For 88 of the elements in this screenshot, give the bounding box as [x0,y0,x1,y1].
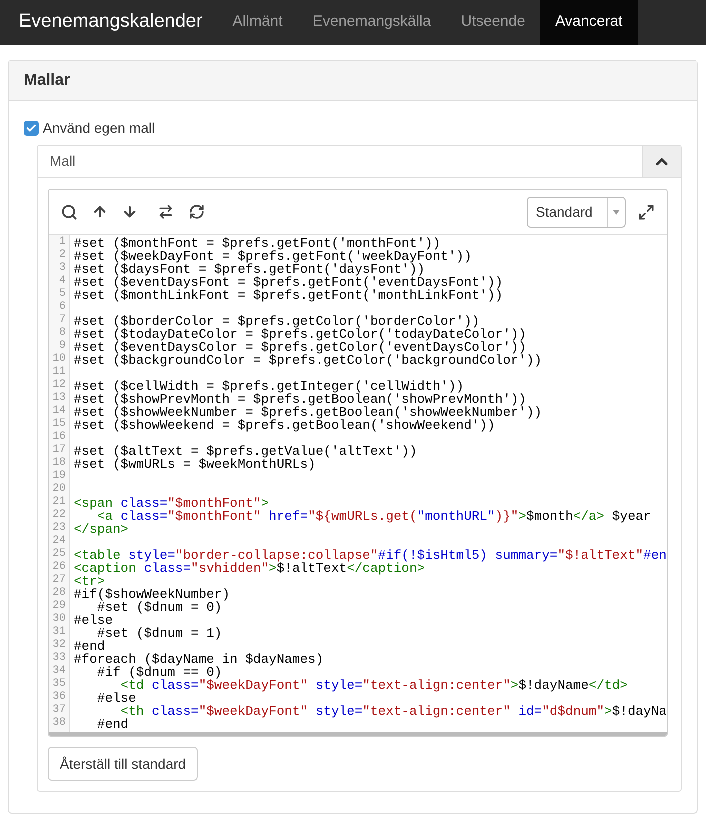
line-number: 23 [52,522,67,535]
collapse-button[interactable] [642,146,681,177]
line-number: 14 [52,405,67,418]
code-line: #set ($eventDaysFont = $prefs.getFont('eventDaysFont')) [74,275,504,290]
nav-tab[interactable]: Allmänt [218,0,298,45]
code-line: #end [74,639,106,654]
line-number: 30 [52,613,67,626]
code-line: #set ($eventDaysColor = $prefs.getColor('eventDaysColor')) [74,340,526,355]
code-line: <tr> [74,574,106,589]
line-number: 6 [58,301,67,314]
code-line: #set ($weekDayFont = $prefs.getFont('weekDayFont')) [74,249,472,264]
panel-title: Mallar [24,70,70,90]
reset-button[interactable]: Återställ till standard [48,747,198,781]
line-number: 12 [52,379,67,392]
code-line: #else [96,691,136,706]
code-line: #end [96,717,129,732]
line-number: 33 [52,652,67,665]
nav-tab[interactable]: Evenemangskälla [298,0,446,45]
dropdown-caret-icon [613,210,620,214]
line-number: 3 [58,262,67,275]
line-number: 11 [52,366,67,379]
line-number: 32 [52,639,67,652]
line-number: 22 [52,509,67,522]
line-number: 5 [58,288,67,301]
code-line: #set ($monthLinkFont = $prefs.getFont('monthLinkFont')) [74,288,504,303]
checkbox-label: Använd egen mall [43,119,156,138]
accordion-title: Mall [49,152,77,171]
line-number: 7 [58,314,67,327]
code-line: <caption class="svhidden">$!altText</caption> [74,561,426,576]
line-number: 36 [52,691,67,704]
line-number: 17 [52,444,67,457]
code-line: </span> [74,522,129,537]
line-number: 25 [52,548,67,561]
code-line: <td class="$weekDayFont" style="text-align:center">$!dayName</td> [120,678,628,693]
code-line: #set ($todayDateColor = $prefs.getColor('todayDateColor')) [74,327,526,342]
code-line: #set ($altText = $prefs.getValue('altText')) [74,444,418,459]
line-number: 4 [58,275,67,288]
expand-icon[interactable] [638,204,655,220]
code-line: #set ($dnum = 1) [97,626,222,641]
line-number: 13 [52,392,67,405]
nav-tab[interactable]: Avancerat [540,0,638,45]
code-line: #set ($borderColor = $prefs.getColor('borderColor')) [74,314,480,329]
code-line: #set ($monthFont = $prefs.getFont('monthFont')) [74,236,441,251]
line-number: 10 [52,353,67,366]
line-number: 24 [52,535,67,548]
line-number: 21 [52,496,67,509]
line-number: 18 [52,457,67,470]
line-number: 15 [52,418,67,431]
line-number: 20 [52,483,67,496]
code-line: <table style="border-collapse:collapse"#if(!$isHtml5) summary="$!altText"#en [74,548,667,563]
line-number: 8 [58,327,67,340]
line-number: 26 [52,561,67,574]
line-number: 2 [58,249,67,262]
app-title: Evenemangskalender [18,10,204,34]
code-line: #if ($dnum == 0) [96,665,222,680]
code-line: #set ($backgroundColor = $prefs.getColor('backgroundColor')) [74,353,542,368]
mode-select[interactable]: Standard [527,196,626,228]
code-line: #set ($showWeekend = $prefs.getBoolean('showWeekend')) [74,418,496,433]
nav-tab[interactable]: Utseende [446,0,540,45]
line-number: 28 [52,587,67,600]
line-number: 1 [58,236,67,249]
line-number: 27 [52,574,67,587]
code-line: <a class="$monthFont" href="${wmURLs.get("monthURL")}">$month</a> $year [97,509,652,524]
line-number: 34 [52,665,67,678]
check-icon [26,123,37,134]
code-line: #set ($cellWidth = $prefs.getInteger('cellWidth')) [74,379,464,394]
code-line: #foreach ($dayName in $dayNames) [74,652,324,667]
code-line: <span class="$monthFont"> [74,496,270,511]
line-number: 29 [52,600,67,613]
line-number: 9 [58,340,67,353]
line-number: 31 [52,626,67,639]
code-line: #else [74,613,114,628]
line-number: 37 [52,704,67,717]
line-number: 35 [52,678,67,691]
code-line: #if($showWeekNumber) [74,587,230,602]
refresh-icon[interactable] [189,204,205,220]
code-line: #set ($showWeekNumber = $prefs.getBoolean('showWeekNumber')) [74,405,542,420]
line-number: 16 [52,431,67,444]
line-number: 38 [52,717,67,730]
code-line: #set ($dnum = 0) [97,600,222,615]
swap-arrows-icon[interactable] [158,204,174,220]
code-line: #set ($wmURLs = $weekMonthURLs) [74,457,316,472]
code-line: #set ($daysFont = $prefs.getFont('daysFont')) [74,262,426,277]
line-number: 19 [52,470,67,483]
code-line: <th class="$weekDayFont" style="text-align:center" id="d$dnum">$!dayNa [120,704,667,719]
search-icon[interactable] [61,204,78,220]
checkbox[interactable] [24,121,39,136]
code-line: #set ($showPrevMonth = $prefs.getBoolean('showPrevMonth')) [74,392,526,407]
